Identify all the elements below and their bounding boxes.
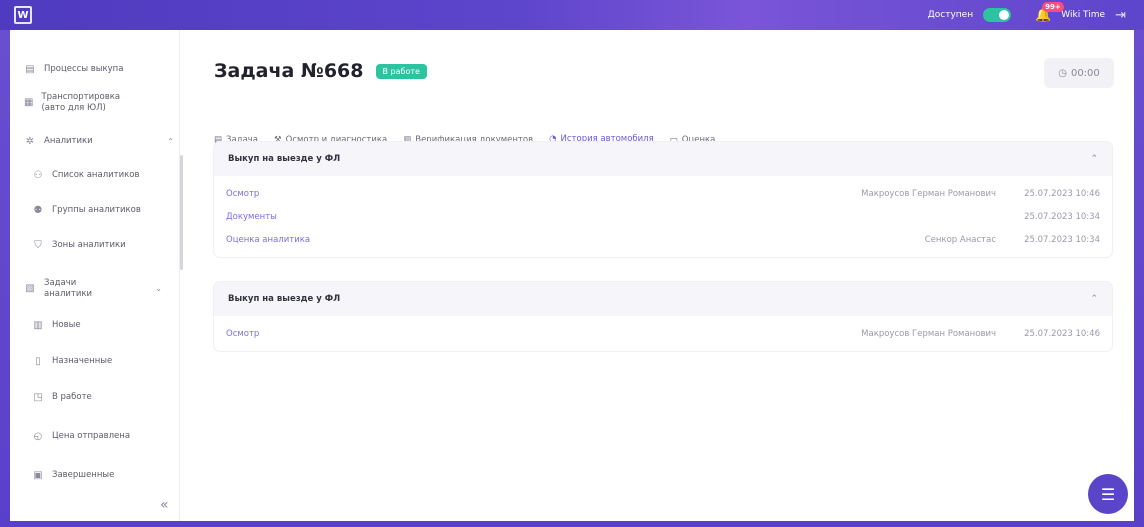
history-row-person: Макроусов Герман Романович	[861, 328, 996, 339]
sidebar: ▤ Процессы выкупа ▦ Транспортировка (авт…	[10, 30, 183, 521]
chevron-down-icon: ⌄	[155, 284, 162, 294]
app-logo[interactable]: W	[14, 6, 32, 24]
sidebar-item-buyout-processes[interactable]: ▤ Процессы выкупа	[24, 64, 123, 75]
top-bar: W Доступен 🔔 99+ Wiki Time ⇥	[0, 0, 1144, 30]
history-row-link[interactable]: Осмотр	[226, 189, 259, 199]
sidebar-item-in-work[interactable]: ◳ В работе	[32, 392, 92, 403]
sidebar-item-analytics[interactable]: ✲ Аналитики ⌃	[24, 136, 174, 147]
history-row: Документы 25.07.2023 10:34	[214, 205, 1112, 228]
history-card-header[interactable]: Выкуп на выезде у ФЛ ⌃	[214, 282, 1112, 316]
sidebar-item-assigned[interactable]: ▯ Назначенные	[32, 356, 112, 367]
logout-icon[interactable]: ⇥	[1115, 8, 1126, 23]
truck-icon: ▦	[24, 97, 34, 109]
history-card-title: Выкуп на выезде у ФЛ	[228, 154, 341, 164]
sidebar-item-analytics-tasks[interactable]: ▧ Задачи аналитики ⌄	[24, 278, 162, 299]
sidebar-item-label: Транспортировка (авто для ЮЛ)	[41, 92, 121, 113]
chevron-up-icon[interactable]: ⌃	[1090, 294, 1098, 304]
history-row-link[interactable]: Оценка аналитика	[226, 235, 310, 245]
main-content: Задача №668 В работе ◷ 00:00 ▤ Задача ⚒ …	[196, 30, 1126, 521]
group-icon: ⚉	[33, 205, 43, 216]
assigned-icon: ▯	[35, 356, 41, 367]
new-icon: ▥	[33, 320, 43, 331]
list-icon: ▤	[25, 64, 35, 75]
sidebar-item-label: Новые	[52, 320, 81, 331]
sidebar-item-analytics-zones[interactable]: ⛉ Зоны аналитики	[32, 240, 126, 251]
top-bar-actions: Доступен 🔔 99+ Wiki Time ⇥	[927, 1, 1126, 23]
notifications-count-badge: 99+	[1042, 1, 1064, 12]
chat-support-button[interactable]: ☰	[1088, 474, 1128, 514]
history-row-date: 25.07.2023 10:34	[1024, 211, 1100, 222]
history-row-date: 25.07.2023 10:46	[1024, 188, 1100, 199]
history-row-date: 25.07.2023 10:34	[1024, 234, 1100, 245]
chevron-up-icon: ⌃	[167, 137, 174, 146]
analytics-icon: ✲	[25, 136, 35, 147]
history-card-header[interactable]: Выкуп на выезде у ФЛ ⌃	[214, 142, 1112, 176]
availability-label: Доступен	[927, 10, 974, 20]
sidebar-scrollbar[interactable]	[180, 155, 183, 270]
sidebar-item-completed[interactable]: ▣ Завершенные	[32, 470, 114, 481]
status-badge: В работе	[375, 63, 427, 79]
sidebar-item-label: Зоны аналитики	[52, 240, 126, 251]
chevron-up-icon[interactable]: ⌃	[1090, 154, 1098, 164]
sidebar-item-label: В работе	[52, 392, 92, 403]
history-row: Осмотр Макроусов Герман Романович 25.07.…	[214, 322, 1112, 345]
sidebar-item-label: Группы аналитиков	[52, 205, 141, 216]
collapse-sidebar-button[interactable]: «	[160, 497, 169, 513]
sidebar-item-label: Назначенные	[52, 356, 113, 367]
clock-icon: ◷	[1058, 67, 1067, 79]
history-card: Выкуп на выезде у ФЛ ⌃ Осмотр Макроусов …	[214, 282, 1112, 351]
timer-value: 00:00	[1070, 67, 1100, 79]
history-row-person: Сенкор Анастас	[924, 234, 996, 245]
sidebar-item-price-sent[interactable]: ◵ Цена отправлена	[32, 431, 130, 442]
sidebar-item-label: Цена отправлена	[52, 431, 131, 442]
window-frame-right	[1134, 0, 1144, 527]
timer[interactable]: ◷ 00:00	[1044, 58, 1114, 88]
users-icon: ⚇	[33, 170, 43, 181]
sidebar-item-label: Процессы выкупа	[44, 64, 124, 75]
history-row: Оценка аналитика Сенкор Анастас 25.07.20…	[214, 228, 1112, 251]
user-name[interactable]: Wiki Time	[1061, 10, 1105, 20]
availability-toggle[interactable]	[983, 8, 1012, 22]
sidebar-item-label: Аналитики	[44, 136, 93, 147]
sidebar-item-new[interactable]: ▥ Новые	[32, 320, 81, 331]
history-row-link[interactable]: Документы	[226, 212, 277, 222]
history-row-date: 25.07.2023 10:46	[1024, 328, 1100, 339]
history-row-link[interactable]: Осмотр	[226, 329, 259, 339]
window-frame-bottom	[0, 521, 1144, 527]
history-row-person: Макроусов Герман Романович	[861, 188, 996, 199]
history-row: Осмотр Макроусов Герман Романович 25.07.…	[214, 182, 1112, 205]
tasks-icon: ▧	[25, 283, 35, 295]
page-header: Задача №668 В работе	[214, 60, 427, 82]
history-card: Выкуп на выезде у ФЛ ⌃ Осмотр Макроусов …	[214, 142, 1112, 257]
sidebar-item-label: Список аналитиков	[52, 170, 140, 181]
sidebar-item-analyst-groups[interactable]: ⚉ Группы аналитиков	[32, 205, 141, 216]
history-card-title: Выкуп на выезде у ФЛ	[228, 294, 341, 304]
sidebar-item-transport[interactable]: ▦ Транспортировка (авто для ЮЛ)	[24, 92, 144, 113]
window-frame-left	[0, 0, 10, 527]
notifications-bell-icon[interactable]: 🔔 99+	[1035, 1, 1064, 23]
zone-icon: ⛉	[34, 240, 42, 251]
inwork-icon: ◳	[33, 392, 43, 403]
chat-icon: ☰	[1100, 484, 1116, 504]
done-icon: ▣	[33, 470, 43, 481]
sidebar-item-label: Завершенные	[52, 470, 115, 481]
sidebar-item-label: Задачи аналитики	[44, 278, 93, 299]
sidebar-item-analyst-list[interactable]: ⚇ Список аналитиков	[32, 170, 140, 181]
price-icon: ◵	[33, 431, 43, 442]
page-title: Задача №668	[214, 60, 364, 82]
